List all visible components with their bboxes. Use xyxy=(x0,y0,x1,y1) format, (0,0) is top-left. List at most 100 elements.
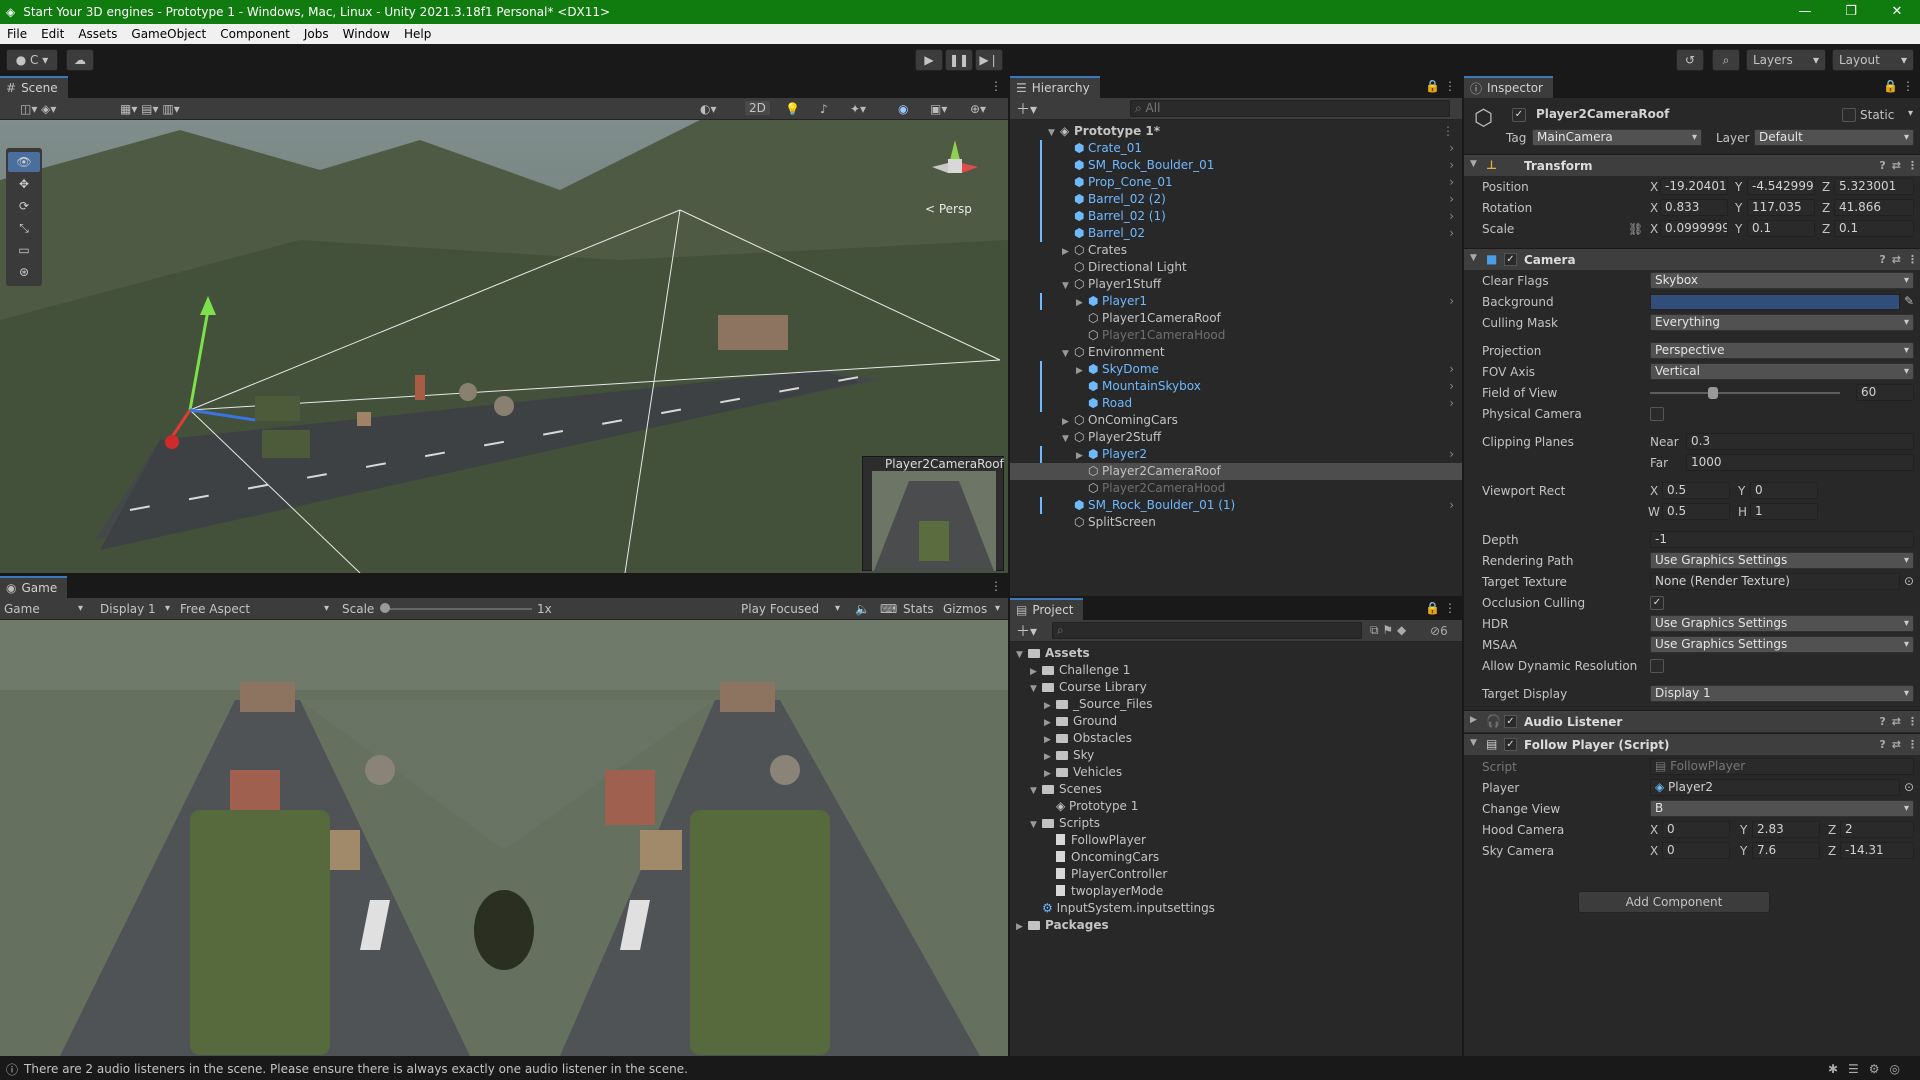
game-view-dropdown[interactable]: Game xyxy=(4,602,40,616)
hierarchy-row[interactable]: ⬢ Prop_Cone_01 › xyxy=(1010,174,1462,191)
open-prefab-icon[interactable]: › xyxy=(1449,157,1454,174)
scale-slider[interactable] xyxy=(384,608,532,610)
hierarchy-row[interactable]: ▼ ⬡ Environment xyxy=(1010,344,1462,361)
follow-player-header[interactable]: ▼ ▤ ✓ Follow Player (Script) ?⇄⋮ xyxy=(1464,733,1920,755)
open-prefab-icon[interactable]: › xyxy=(1449,293,1454,310)
sky-y-field[interactable]: 7.6 xyxy=(1752,842,1820,859)
mute-audio-icon[interactable]: 🔈 xyxy=(855,602,870,616)
tab-project[interactable]: ▤ Project xyxy=(1010,598,1084,620)
viewport-y-field[interactable]: 0 xyxy=(1750,482,1818,499)
hdr-dropdown[interactable]: Use Graphics Settings xyxy=(1650,615,1914,632)
scale-z-field[interactable]: 0.1 xyxy=(1834,220,1914,237)
panel-menu-icon[interactable]: ⋮ xyxy=(990,79,1002,93)
tab-game[interactable]: ◉ Game xyxy=(0,576,68,598)
background-color-swatch[interactable] xyxy=(1650,294,1900,310)
depth-field[interactable]: -1 xyxy=(1650,531,1914,548)
layer-dropdown[interactable]: Default xyxy=(1754,129,1914,146)
scale-tool-icon[interactable]: ⤡ xyxy=(8,218,40,238)
fov-field[interactable]: 60 xyxy=(1856,384,1914,401)
search-button[interactable]: ⌕ xyxy=(1712,49,1740,71)
hierarchy-row[interactable]: ▼ ⬡ Player2Stuff xyxy=(1010,429,1462,446)
add-component-button[interactable]: Add Component xyxy=(1578,891,1770,913)
scene-draw-mode-icon[interactable]: ◫▾ ◈▾ xyxy=(20,102,56,116)
gizmos-dropdown[interactable]: Gizmos xyxy=(943,602,987,616)
menu-jobs[interactable]: Jobs xyxy=(297,27,336,41)
hierarchy-row[interactable]: ⬢ SM_Rock_Boulder_01 (1) › xyxy=(1010,497,1462,514)
menu-file[interactable]: File xyxy=(0,27,34,41)
hood-x-field[interactable]: 0 xyxy=(1662,821,1730,838)
hierarchy-row[interactable]: ⬢ Road › xyxy=(1010,395,1462,412)
far-field[interactable]: 1000 xyxy=(1686,454,1914,471)
stats-button[interactable]: Stats xyxy=(903,602,934,616)
project-row[interactable]: ▶ Packages xyxy=(1016,917,1462,934)
component-menu-icons[interactable]: ?⇄⋮ xyxy=(1879,253,1920,266)
account-dropdown[interactable]: ● C ▾ xyxy=(6,49,58,71)
lighting-icon[interactable]: 💡 xyxy=(785,102,800,116)
collapse-arrow-icon[interactable]: ▶ xyxy=(1470,715,1477,725)
hierarchy-row[interactable]: ⬢ Barrel_02 (2) › xyxy=(1010,191,1462,208)
project-row[interactable]: ▶ _Source_Files xyxy=(1016,696,1462,713)
hierarchy-row[interactable]: ⬡ Player2CameraRoof xyxy=(1010,463,1462,480)
menu-assets[interactable]: Assets xyxy=(71,27,124,41)
viewport-x-field[interactable]: 0.5 xyxy=(1662,482,1730,499)
close-button[interactable]: ✕ xyxy=(1874,0,1920,24)
hood-z-field[interactable]: 2 xyxy=(1840,821,1914,838)
change-view-dropdown[interactable]: B xyxy=(1650,800,1914,817)
open-prefab-icon[interactable]: › xyxy=(1449,191,1454,208)
expand-arrow-icon[interactable]: ▶ xyxy=(1016,919,1028,936)
hierarchy-row[interactable]: ⬢ Barrel_02 (1) › xyxy=(1010,208,1462,225)
project-row[interactable]: ▼ Assets xyxy=(1016,645,1462,662)
pause-button[interactable]: ❚❚ xyxy=(945,49,973,71)
tab-scene[interactable]: # Scene xyxy=(0,76,68,98)
toggle-2d-button[interactable]: 2D xyxy=(745,101,770,115)
collapse-arrow-icon[interactable]: ▼ xyxy=(1470,738,1477,748)
culling-mask-dropdown[interactable]: Everything xyxy=(1650,314,1914,331)
rect-tool-icon[interactable]: ▭ xyxy=(8,240,40,260)
dynamic-resolution-checkbox[interactable] xyxy=(1650,659,1664,673)
minimize-button[interactable]: — xyxy=(1782,0,1828,24)
open-prefab-icon[interactable]: › xyxy=(1449,225,1454,242)
view-tool-icon[interactable]: 👁 xyxy=(8,152,40,172)
scene-viewport[interactable]: 👁 ✥ ⟳ ⤡ ▭ ⊛ < Persp Player2CameraRoof xyxy=(0,120,1008,573)
fov-slider-thumb[interactable] xyxy=(1707,387,1718,399)
panel-menu-icon[interactable]: ⋮ xyxy=(990,579,1002,593)
project-row[interactable]: ▶ Vehicles xyxy=(1016,764,1462,781)
open-prefab-icon[interactable]: › xyxy=(1449,378,1454,395)
expand-arrow-icon[interactable]: ▼ xyxy=(1030,817,1042,834)
hierarchy-row[interactable]: ⬢ SM_Rock_Boulder_01 › xyxy=(1010,157,1462,174)
audio-toggle-icon[interactable]: ♪ xyxy=(820,102,828,116)
project-row[interactable]: twoplayerMode xyxy=(1016,883,1462,900)
menu-help[interactable]: Help xyxy=(397,27,438,41)
project-row[interactable]: ▶ Sky xyxy=(1016,747,1462,764)
hierarchy-row[interactable]: ⬡ Directional Light xyxy=(1010,259,1462,276)
open-prefab-icon[interactable]: › xyxy=(1449,361,1454,378)
hierarchy-row[interactable]: ⬡ Player1CameraRoof xyxy=(1010,310,1462,327)
follow-player-checkbox[interactable]: ✓ xyxy=(1504,738,1517,751)
scene-gizmo[interactable] xyxy=(920,135,990,195)
expand-arrow-icon[interactable]: ▼ xyxy=(1016,647,1028,664)
status-message[interactable]: There are 2 audio listeners in the scene… xyxy=(24,1062,688,1076)
step-button[interactable]: ▶❘ xyxy=(975,49,1003,71)
maximize-button[interactable]: ❐ xyxy=(1828,0,1874,24)
status-icons[interactable]: ✱☰⚙◎ xyxy=(1828,1062,1910,1076)
cloud-button[interactable]: ☁ xyxy=(66,49,94,71)
menu-edit[interactable]: Edit xyxy=(34,27,71,41)
panel-lock-icon[interactable]: 🔒 ⋮ xyxy=(1425,601,1456,615)
physical-camera-checkbox[interactable] xyxy=(1650,407,1664,421)
expand-arrow-icon[interactable]: ▼ xyxy=(1030,783,1042,800)
fov-slider[interactable] xyxy=(1650,392,1840,394)
grid-snap-icon[interactable]: ▦▾ ▤▾ ▥▾ xyxy=(120,102,180,116)
eyedropper-icon[interactable]: ✎ xyxy=(1904,294,1914,308)
occlusion-checkbox[interactable]: ✓ xyxy=(1650,596,1664,610)
scale-slider-thumb[interactable] xyxy=(380,603,390,613)
sky-x-field[interactable]: 0 xyxy=(1662,842,1730,859)
viewport-h-field[interactable]: 1 xyxy=(1750,503,1818,520)
open-prefab-icon[interactable]: › xyxy=(1449,497,1454,514)
target-texture-field[interactable]: None (Render Texture) xyxy=(1650,573,1900,590)
link-icon[interactable]: ⛓ xyxy=(1628,222,1643,236)
menu-gameobject[interactable]: GameObject xyxy=(124,27,213,41)
static-checkbox[interactable] xyxy=(1842,108,1856,122)
rotation-x-field[interactable]: 0.833 xyxy=(1660,199,1728,216)
hierarchy-row[interactable]: ⬡ Player2CameraHood xyxy=(1010,480,1462,497)
tab-inspector[interactable]: ⓘ Inspector xyxy=(1464,76,1553,98)
